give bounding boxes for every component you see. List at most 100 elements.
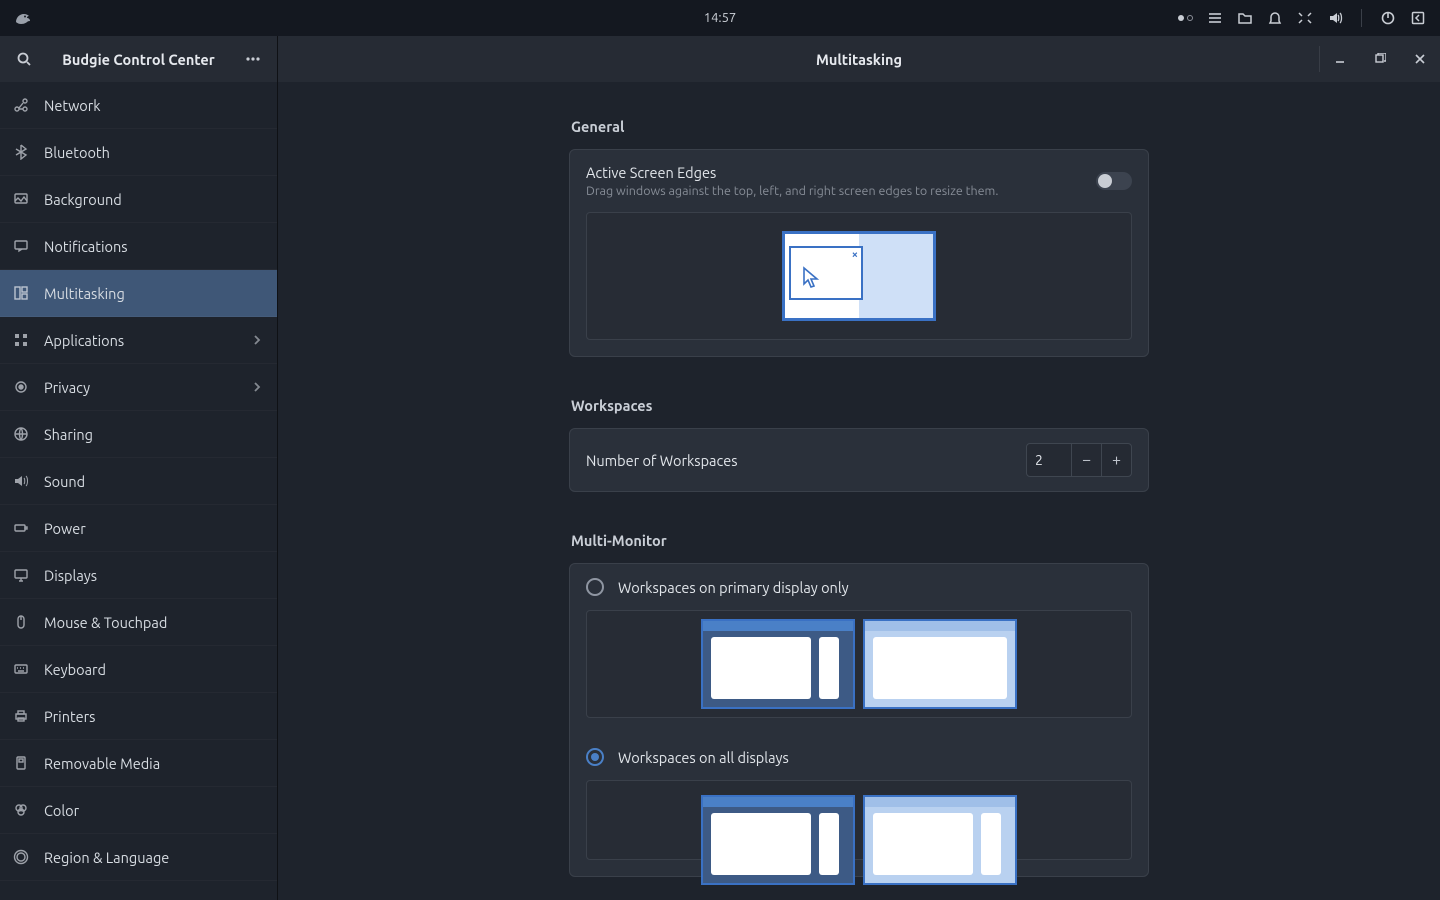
sidebar-item-privacy[interactable]: Privacy [0,364,277,411]
color-icon [12,801,30,819]
sidebar-item-label: Printers [44,708,95,725]
section-heading-general: General [571,118,1149,135]
bluetooth-icon [12,143,30,161]
sidebar-item-media[interactable]: Removable Media [0,740,277,787]
primary-only-diagram [586,610,1132,718]
secondary-monitor-ws-icon [863,795,1017,885]
section-heading-multimonitor: Multi-Monitor [571,532,1149,549]
main-area: Multitasking General Active Screen Edges… [278,36,1440,900]
system-tray [1178,9,1440,27]
sidebar-item-label: Multitasking [44,285,125,302]
sidebar-item-label: Keyboard [44,661,106,678]
sidebar-item-multitasking[interactable]: Multitasking [0,270,277,317]
main-header: Multitasking [278,36,1440,82]
active-edges-toggle[interactable] [1096,172,1132,190]
sidebar-item-background[interactable]: Background [0,176,277,223]
screen-edge-illustration: × [782,231,936,321]
sidebar-item-notifications[interactable]: Notifications [0,223,277,270]
sound-icon [12,472,30,490]
sidebar-item-label: Mouse & Touchpad [44,614,167,631]
section-heading-workspaces: Workspaces [571,397,1149,414]
sidebar-item-power[interactable]: Power [0,505,277,552]
sidebar-item-region[interactable]: Region & Language [0,834,277,881]
main-scroll[interactable]: General Active Screen Edges Drag windows… [278,82,1440,900]
sidebar-item-label: Background [44,191,122,208]
displays-icon [12,566,30,584]
search-button[interactable] [10,45,38,73]
primary-monitor-icon-2 [701,795,855,885]
window-maximize-button[interactable] [1360,36,1400,82]
sidebar-list: Network Bluetooth Background Notifications M… [0,82,277,900]
sidebar-title: Budgie Control Center [38,51,239,68]
notifications-icon [12,237,30,255]
sidebar-item-label: Applications [44,332,124,349]
general-panel: Active Screen Edges Drag windows against… [569,149,1149,357]
all-displays-label: Workspaces on all displays [618,749,789,766]
window-close-button[interactable] [1400,36,1440,82]
desktop-top-panel: 14:57 [0,0,1440,36]
sidebar-item-sound[interactable]: Sound [0,458,277,505]
budgie-logo-icon[interactable] [8,4,36,32]
background-icon [12,190,30,208]
close-icon: × [852,249,858,261]
primary-monitor-icon [701,619,855,709]
sidebar-item-label: Region & Language [44,849,169,866]
sidebar-item-bluetooth[interactable]: Bluetooth [0,129,277,176]
region-icon [12,848,30,866]
primary-only-radio-row[interactable]: Workspaces on primary display only [570,564,1148,610]
volume-tray-icon[interactable] [1327,10,1343,26]
all-displays-radio-row[interactable]: Workspaces on all displays [570,734,1148,780]
sidebar-item-sharing[interactable]: Sharing [0,411,277,458]
sidebar-item-applications[interactable]: Applications [0,317,277,364]
chevron-right-icon [251,332,263,349]
sidebar-item-network[interactable]: Network [0,82,277,129]
multimonitor-panel: Workspaces on primary display only [569,563,1149,877]
active-edges-subtitle: Drag windows against the top, left, and … [586,184,998,198]
window-minimize-button[interactable] [1320,36,1360,82]
sidebar-item-label: Bluetooth [44,144,110,161]
session-tray-icon[interactable] [1410,10,1426,26]
sidebar-item-color[interactable]: Color [0,787,277,834]
power-tray-icon[interactable] [1380,10,1396,26]
control-center-window: Budgie Control Center Network Bluetooth Ba… [0,36,1440,900]
sidebar-item-keyboard[interactable]: Keyboard [0,646,277,693]
workspace-increment-button[interactable]: + [1101,444,1131,476]
network-tray-icon[interactable] [1297,10,1313,26]
sidebar-item-label: Power [44,520,86,537]
chevron-right-icon [251,379,263,396]
notifications-bell-icon[interactable] [1267,10,1283,26]
app-menu-button[interactable] [239,45,267,73]
mouse-icon [12,613,30,631]
workspace-count-row: Number of Workspaces − + [570,429,1148,491]
network-icon [12,96,30,114]
primary-only-radio[interactable] [586,578,604,596]
cursor-icon [801,266,821,290]
privacy-icon [12,378,30,396]
all-displays-radio[interactable] [586,748,604,766]
sidebar-item-label: Notifications [44,238,128,255]
workspace-count-label: Number of Workspaces [586,452,738,469]
sidebar-item-label: Sharing [44,426,93,443]
printers-icon [12,707,30,725]
multitasking-icon [12,284,30,302]
sidebar-item-label: Displays [44,567,97,584]
menu-icon[interactable] [1207,10,1223,26]
panel-clock[interactable]: 14:57 [704,11,737,25]
active-edges-preview: × [586,212,1132,340]
files-icon[interactable] [1237,10,1253,26]
sidebar-item-printers[interactable]: Printers [0,693,277,740]
workspace-decrement-button[interactable]: − [1071,444,1101,476]
keyboard-icon [12,660,30,678]
active-edges-title: Active Screen Edges [586,164,998,181]
workspace-count-spinner: − + [1026,443,1132,477]
sharing-icon [12,425,30,443]
active-edges-row: Active Screen Edges Drag windows against… [570,150,1148,212]
workspace-count-input[interactable] [1027,452,1071,468]
media-icon [12,754,30,772]
tray-separator [1361,9,1362,27]
sidebar-item-mouse[interactable]: Mouse & Touchpad [0,599,277,646]
workspace-indicator-icon[interactable] [1178,15,1193,21]
applications-icon [12,331,30,349]
sidebar-header: Budgie Control Center [0,36,277,82]
sidebar-item-displays[interactable]: Displays [0,552,277,599]
